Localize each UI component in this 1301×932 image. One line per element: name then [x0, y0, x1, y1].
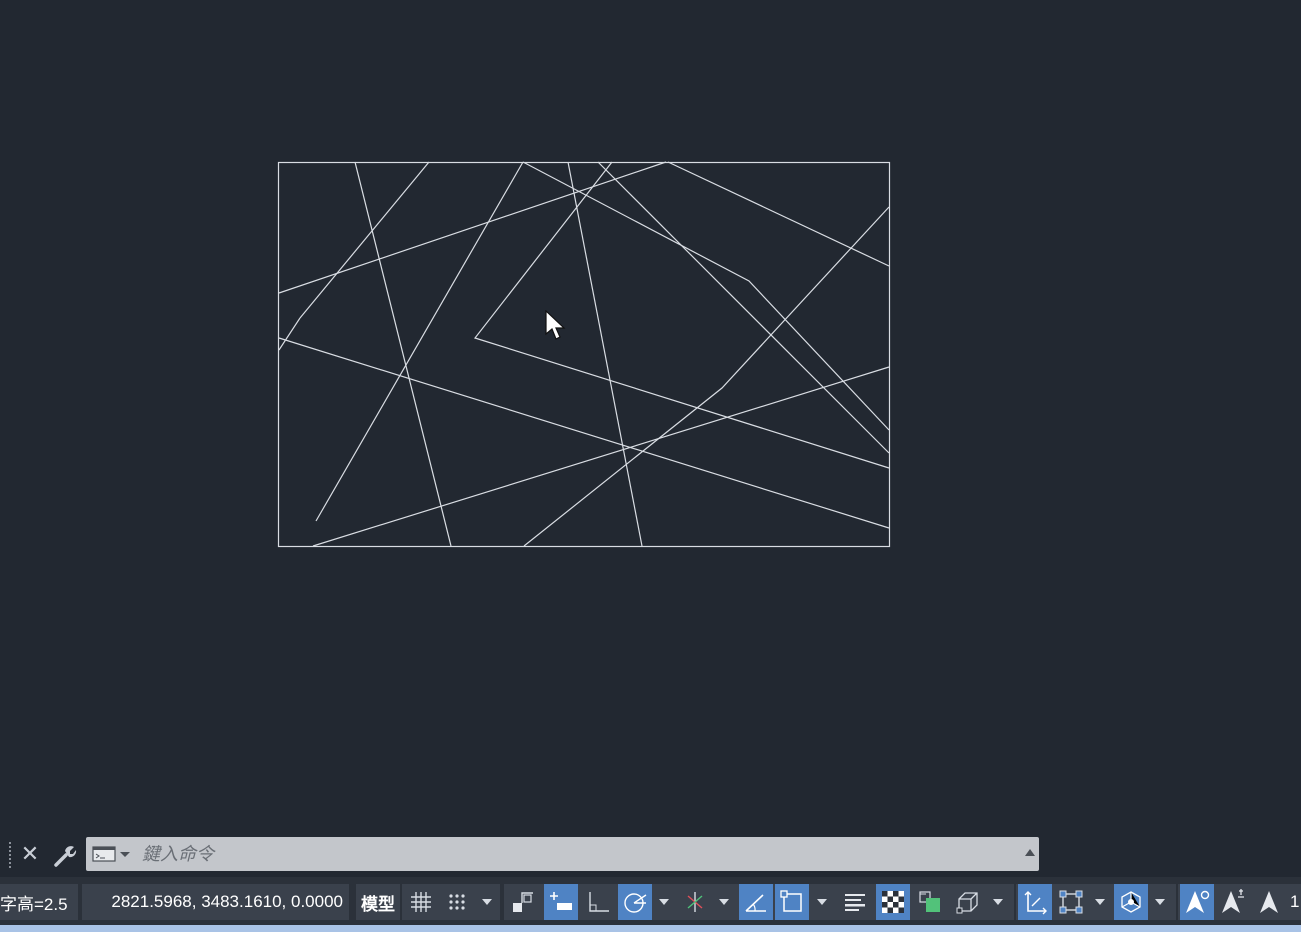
annotation-scale-icon[interactable]	[1252, 884, 1286, 920]
3d-object-snap-icon[interactable]	[951, 884, 985, 920]
window-bottom-edge	[0, 925, 1301, 932]
snap-dots-icon[interactable]	[440, 884, 474, 920]
ortho-icon[interactable]	[582, 884, 616, 920]
auto-scale-icon[interactable]	[1216, 884, 1250, 920]
gizmo-icon[interactable]	[1114, 884, 1148, 920]
model-label: 模型	[361, 894, 395, 914]
expand-history-icon[interactable]	[1025, 849, 1035, 856]
drawn-line[interactable]	[597, 161, 890, 454]
coordinates-value: 2821.5968, 3483.1610, 0.0000	[111, 892, 343, 911]
3d-osnap-dropdown-icon[interactable]	[989, 884, 1007, 920]
transparency-icon[interactable]	[876, 884, 910, 920]
isodraft-icon[interactable]	[678, 884, 712, 920]
drawing-canvas[interactable]	[0, 0, 1301, 832]
drawn-line[interactable]	[567, 161, 643, 547]
gizmo-dropdown-icon[interactable]	[1151, 884, 1169, 920]
coordinates-display[interactable]: 2821.5968, 3483.1610, 0.0000	[82, 884, 349, 920]
drawn-polyline[interactable]	[522, 161, 890, 431]
model-space-button[interactable]: 模型	[356, 884, 400, 920]
object-snap-icon[interactable]	[775, 884, 809, 920]
text-height-value: 字高=2.5	[0, 894, 68, 914]
polar-tracking-icon[interactable]	[618, 884, 652, 920]
selection-filter-dropdown-icon[interactable]	[1091, 884, 1109, 920]
drawn-line[interactable]	[312, 366, 890, 547]
wrench-icon[interactable]	[52, 842, 78, 868]
drawn-line[interactable]	[278, 337, 890, 529]
command-history-icon[interactable]	[92, 846, 132, 862]
drawn-polyline[interactable]	[473, 161, 890, 469]
isodraft-dropdown-icon[interactable]	[715, 884, 733, 920]
command-line	[86, 837, 1039, 871]
dynamic-input-icon[interactable]	[544, 884, 578, 920]
drawn-polyline[interactable]	[523, 206, 890, 547]
annotation-visibility-icon[interactable]	[1180, 884, 1214, 920]
dynamic-ucs-icon[interactable]	[1018, 884, 1052, 920]
drawn-line[interactable]	[299, 161, 430, 319]
object-snap-dropdown-icon[interactable]	[813, 884, 831, 920]
command-line-grip[interactable]	[9, 842, 11, 868]
drawn-line[interactable]	[354, 161, 452, 547]
drawn-line[interactable]	[278, 317, 301, 351]
annotation-scale-value[interactable]: 1	[1290, 884, 1301, 920]
border-rectangle[interactable]	[277, 161, 891, 548]
grid-icon[interactable]	[404, 884, 438, 920]
text-height-field[interactable]: 字高=2.5	[0, 884, 78, 920]
drawn-line[interactable]	[315, 161, 524, 522]
polar-dropdown-icon[interactable]	[655, 884, 673, 920]
selection-cycling-icon[interactable]	[913, 884, 947, 920]
lineweight-icon[interactable]	[838, 884, 872, 920]
annotation-scale-text: 1	[1290, 892, 1300, 911]
mouse-cursor-icon	[545, 310, 566, 340]
selection-filter-icon[interactable]	[1054, 884, 1088, 920]
snap-dropdown-icon[interactable]	[478, 884, 496, 920]
command-input[interactable]	[142, 841, 1002, 867]
infer-constraints-icon[interactable]	[506, 884, 540, 920]
close-icon[interactable]: ✕	[19, 843, 41, 865]
osnap-tracking-icon[interactable]	[739, 884, 773, 920]
drawn-line[interactable]	[667, 161, 890, 267]
drawn-line[interactable]	[278, 161, 667, 294]
